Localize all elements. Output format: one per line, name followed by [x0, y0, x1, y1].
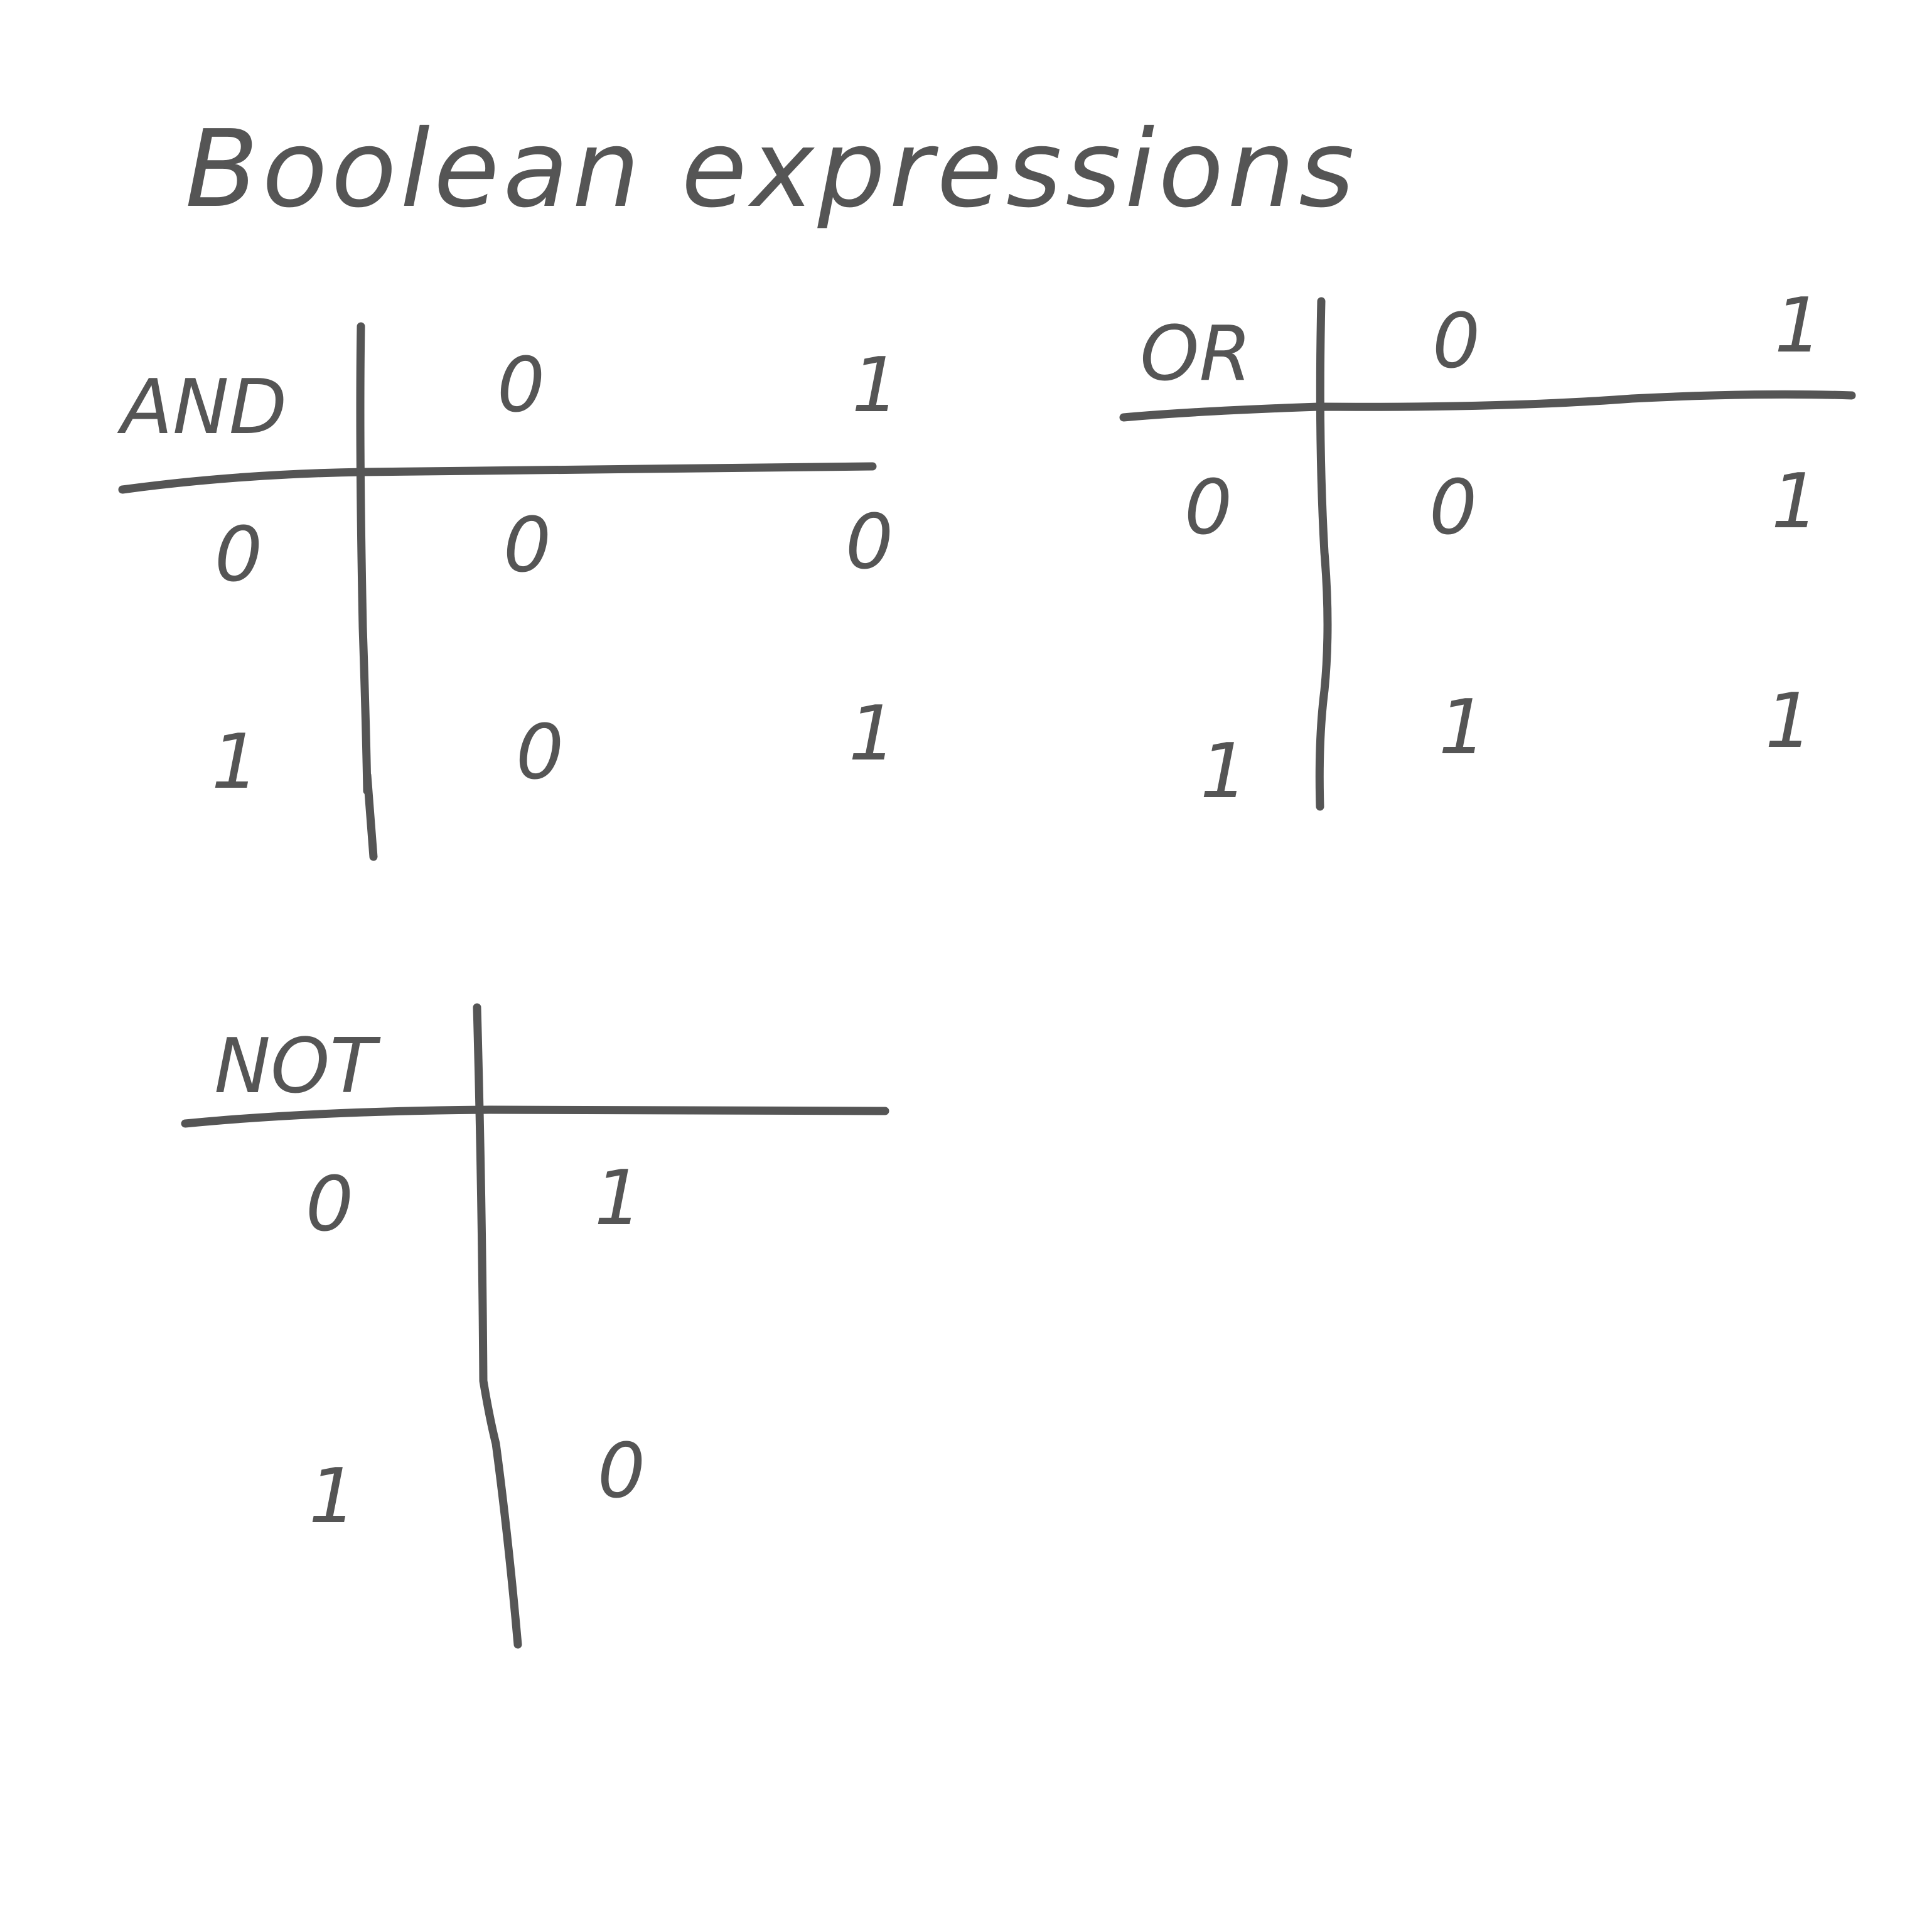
or-row-header-1: 1 [1200, 728, 1248, 815]
not-row-header-0: 0 [305, 1161, 354, 1248]
not-cell-1: 0 [597, 1428, 646, 1515]
whiteboard-page: Boolean expressions AND 0 1 0 1 0 0 0 1 … [0, 0, 1927, 1932]
or-row-header-0: 0 [1184, 464, 1233, 552]
or-column-header-0: 0 [1432, 298, 1481, 385]
or-table-vertical-line [1315, 297, 1332, 811]
and-row-header-0: 0 [214, 512, 263, 599]
not-table-vertical-line [473, 1003, 522, 1649]
not-table-horizontal-line [181, 1105, 889, 1128]
or-cell-0-1: 1 [1771, 458, 1820, 545]
or-cell-1-1: 1 [1764, 678, 1813, 765]
and-table-vertical-line [356, 322, 378, 861]
and-table-horizontal-line [118, 462, 877, 494]
not-row-header-1: 1 [308, 1453, 357, 1540]
not-cell-0: 1 [594, 1155, 643, 1242]
or-cell-1-0: 1 [1438, 684, 1487, 771]
and-row-header-1: 1 [211, 719, 260, 806]
or-cell-0-0: 0 [1429, 464, 1478, 552]
and-operator-label: AND [121, 364, 287, 451]
not-operator-label: NOT [214, 1023, 376, 1110]
and-cell-1-1: 1 [848, 690, 897, 778]
or-operator-label: OR [1140, 311, 1252, 398]
page-title: Boolean expressions [185, 107, 1358, 232]
and-column-header-1: 1 [851, 342, 900, 429]
or-column-header-1: 1 [1774, 282, 1823, 370]
and-cell-1-0: 0 [515, 709, 564, 797]
and-cell-0-1: 0 [845, 499, 894, 586]
and-column-header-0: 0 [497, 342, 545, 429]
and-cell-0-0: 0 [503, 502, 552, 589]
table-grid-lines [118, 297, 1856, 1649]
